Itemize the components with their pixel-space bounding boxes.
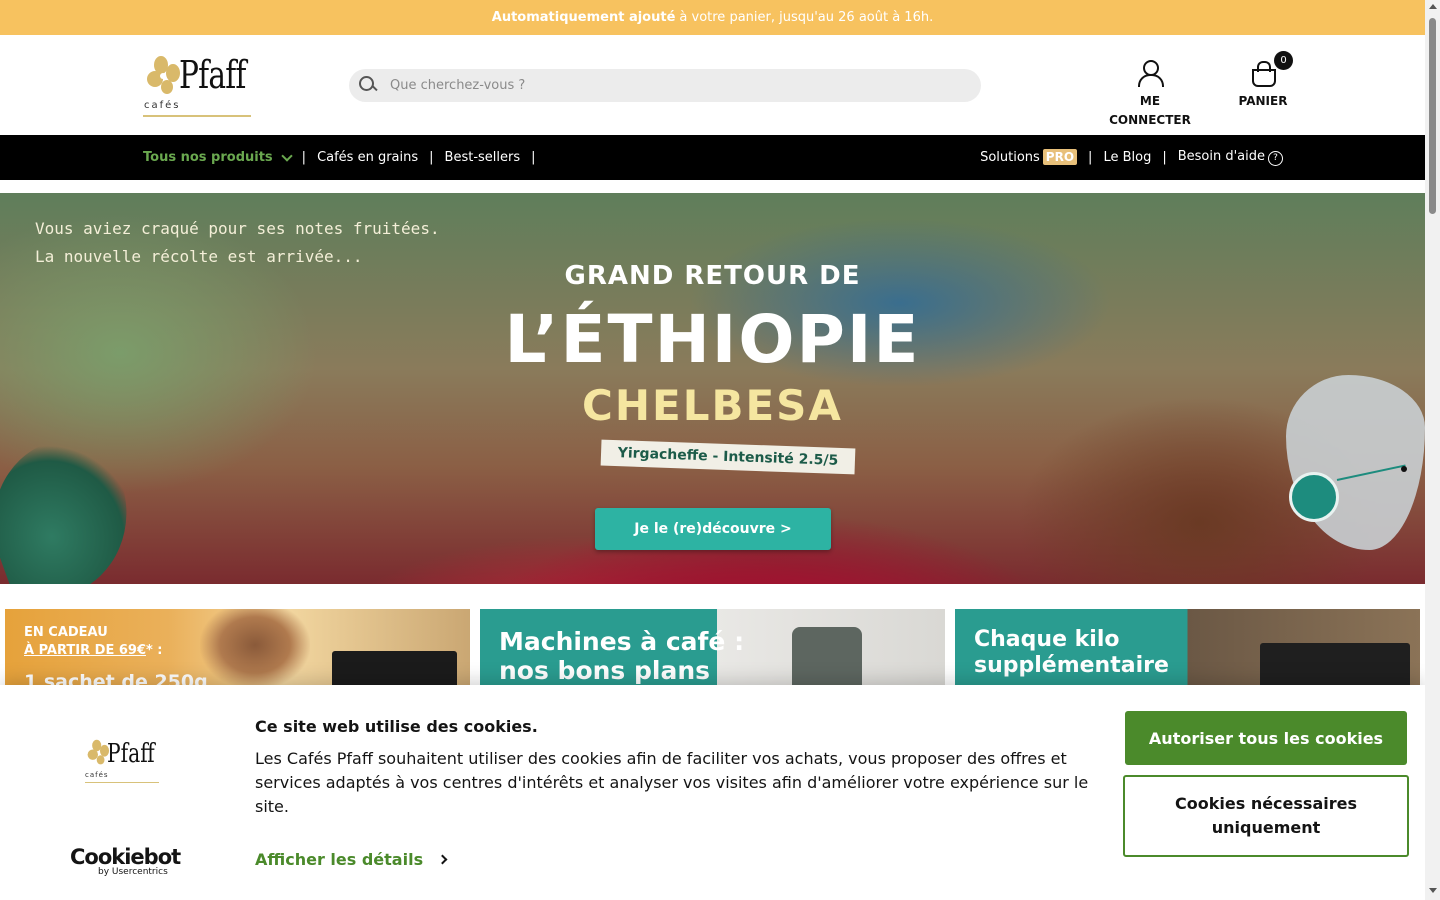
hero-title-1: GRAND RETOUR DE (564, 261, 861, 291)
logo-small: cafés (144, 100, 181, 111)
chevron-down-icon (281, 149, 293, 162)
scroll-down-arrow-icon[interactable] (1429, 888, 1437, 893)
nav-best-sellers[interactable]: Best-sellers (445, 150, 521, 165)
logo-word: Pfaff (179, 53, 246, 97)
hero-banner[interactable]: Vous aviez craqué pour ses notes fruitée… (0, 193, 1425, 584)
coffee-pack-image (1260, 643, 1410, 689)
cart-label: PANIER (1238, 94, 1288, 108)
leaf-decoration (0, 423, 152, 584)
nav-solutions-label: Solutions (980, 150, 1040, 165)
site-logo[interactable]: Pfaff cafés (143, 53, 253, 119)
search-bar[interactable] (349, 69, 981, 102)
nav-beans[interactable]: Cafés en grains (317, 150, 418, 165)
nav-separator: | (301, 150, 307, 165)
allow-all-cookies-button[interactable]: Autoriser tous les cookies (1125, 711, 1407, 765)
logo-underline (143, 115, 251, 117)
nav-help-label: Besoin d'aide (1177, 149, 1265, 165)
cookie-logo: Pfaff cafés (85, 739, 165, 789)
card-machines-text: Machines à café : nos bons plans (499, 627, 744, 685)
cookie-logo-underline (85, 782, 159, 783)
hero-title-3: CHELBESA (582, 381, 843, 430)
promo-bold: Automatiquement ajouté (491, 10, 676, 25)
main-nav: Tous nos produits | Cafés en grains | Be… (0, 135, 1425, 180)
nav-blog[interactable]: Le Blog (1103, 150, 1151, 165)
user-icon (1136, 59, 1164, 87)
scrollbar-thumb[interactable] (1429, 18, 1436, 214)
card-gift-line-1: EN CADEAU (24, 625, 108, 640)
card-kilo-text: Chaque kilo supplémentaire (974, 627, 1169, 679)
cookie-body: Les Cafés Pfaff souhaitent utiliser des … (255, 749, 1089, 816)
coffee-flower-icon (147, 56, 180, 94)
card-gift-line-2: À PARTIR DE 69€ (24, 643, 146, 658)
nav-separator: | (1088, 150, 1093, 165)
hero-cta-button[interactable]: Je le (re)découvre > (595, 508, 831, 550)
nav-separator: | (429, 150, 434, 165)
cookiebot-logo[interactable]: Cookiebot by Usercentrics (70, 845, 181, 877)
promo-text: à votre panier, jusqu'au 26 août à 16h. (679, 10, 934, 25)
cookie-title: Ce site web utilise des cookies. (255, 717, 538, 736)
card-kilo-line-2: supplémentaire (974, 653, 1169, 678)
hero-tagline-line-1: Vous aviez craqué pour ses notes fruitée… (35, 219, 440, 238)
card-kilo-line-1: Chaque kilo (974, 627, 1120, 652)
page-scrollbar[interactable] (1425, 0, 1440, 900)
cookie-details-link[interactable]: Afficher les détails (255, 850, 448, 869)
nav-solutions-pro[interactable]: Solutions PRO (980, 149, 1078, 165)
nav-all-products-label: Tous nos produits (143, 150, 273, 165)
scroll-up-arrow-icon[interactable] (1429, 4, 1437, 9)
hero-title-2: L’ÉTHIOPIE (504, 301, 921, 378)
hero-subtitle: Yirgacheffe - Intensité 2.5/5 (600, 439, 856, 475)
chevron-right-icon (437, 854, 448, 865)
nav-help[interactable]: Besoin d'aide? (1178, 149, 1283, 166)
card-gift-text: EN CADEAU À PARTIR DE 69€* : (24, 624, 163, 660)
nav-separator: | (1162, 150, 1167, 165)
cookie-banner: Pfaff cafés Cookiebot by Usercentrics Ce… (0, 685, 1425, 900)
card-person-image (200, 609, 310, 689)
coffee-machine-image (792, 627, 862, 689)
africa-map-icon (1286, 375, 1425, 550)
cookie-logo-small: cafés (85, 771, 109, 779)
cookiebot-wordmark: Cookiebot (70, 845, 181, 869)
ethiopia-map-pin-icon (1289, 472, 1339, 522)
basket-icon (1249, 59, 1277, 87)
promo-card-machines[interactable]: Machines à café : nos bons plans (480, 609, 945, 689)
cart-count-badge: 0 (1274, 51, 1293, 70)
account-label: ME CONNECTER (1109, 94, 1191, 127)
nav-all-products[interactable]: Tous nos produits (143, 149, 293, 165)
cookiebot-sub: by Usercentrics (98, 867, 168, 877)
site-header: Pfaff cafés ME CONNECTER PANIER 0 (0, 35, 1425, 135)
map-pointer-dot (1401, 466, 1407, 472)
promo-card-kilo[interactable]: Chaque kilo supplémentaire (955, 609, 1420, 689)
cookie-details-label: Afficher les détails (255, 850, 424, 869)
card-gift-line-2-suffix: * : (145, 643, 163, 658)
necessary-cookies-button[interactable]: Cookies nécessaires uniquement (1123, 775, 1409, 857)
help-icon: ? (1268, 150, 1283, 166)
promo-bar: Automatiquement ajouté à votre panier, j… (0, 0, 1425, 35)
pro-badge: PRO (1042, 149, 1078, 165)
card-machines-line-2: nos bons plans (499, 656, 711, 685)
search-input[interactable] (390, 78, 950, 93)
promo-card-gift[interactable]: EN CADEAU À PARTIR DE 69€* : 1 sachet de… (5, 609, 470, 689)
search-icon[interactable] (358, 75, 380, 97)
nav-separator: | (531, 150, 536, 165)
card-machines-line-1: Machines à café : (499, 627, 745, 656)
coffee-bag-image (332, 651, 457, 689)
account-button[interactable]: ME CONNECTER (1097, 59, 1203, 127)
cookie-logo-word: Pfaff (107, 739, 155, 769)
